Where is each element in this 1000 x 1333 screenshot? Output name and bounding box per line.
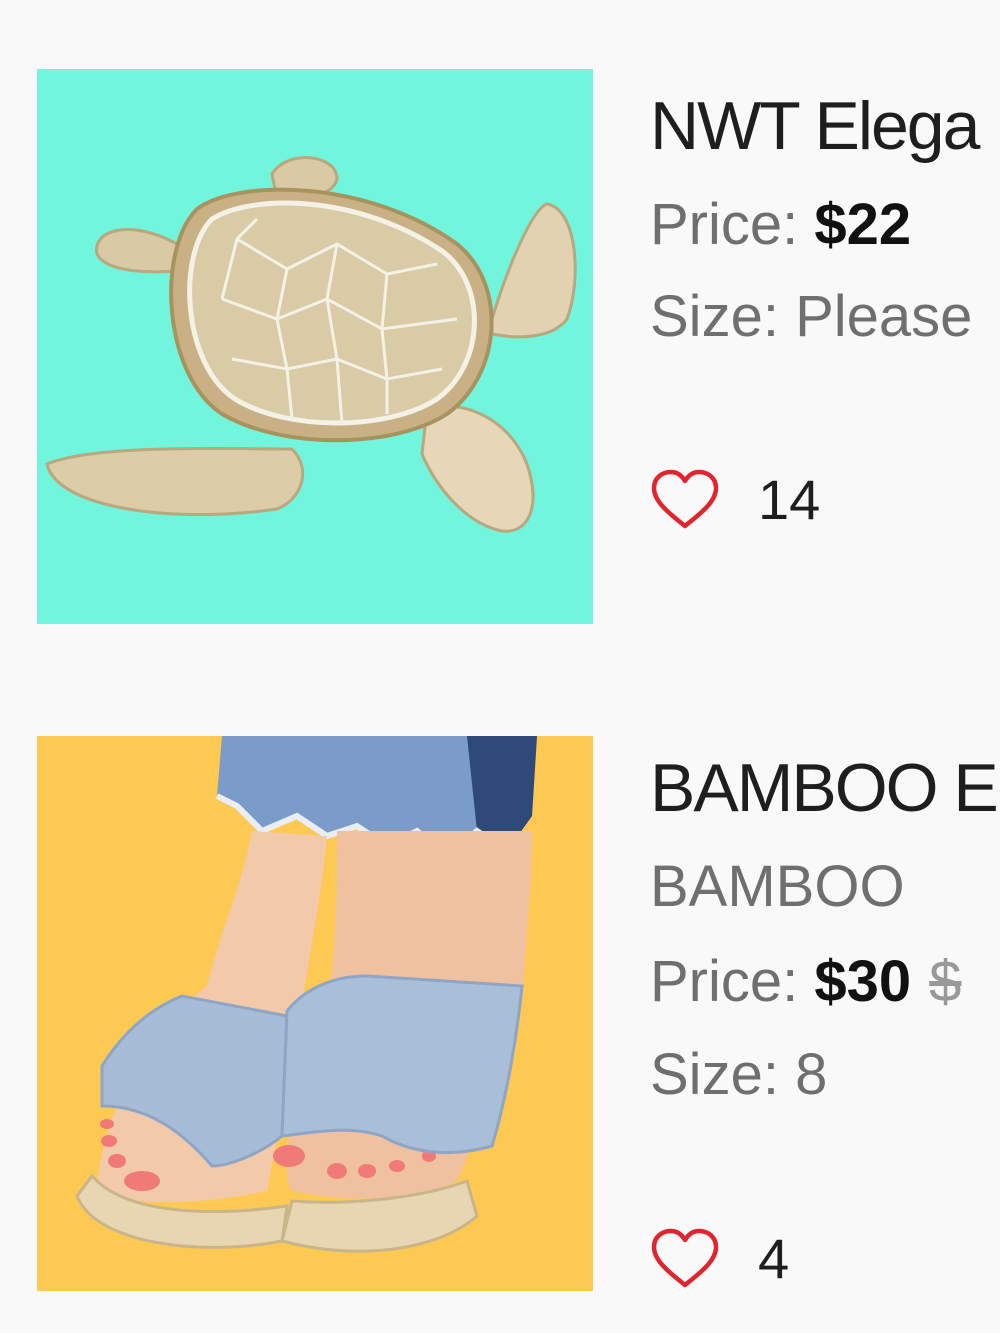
listing-info: NWT Elega Price: $22 Size: Please 14 xyxy=(650,0,1000,666)
like-control[interactable]: 4 xyxy=(650,1224,789,1294)
price-label: Price: xyxy=(650,949,799,1014)
heart-icon[interactable] xyxy=(650,469,720,531)
listing-title[interactable]: BAMBOO E xyxy=(650,754,999,822)
size-line: Size: 8 xyxy=(650,1046,827,1104)
size-value: 8 xyxy=(795,1042,828,1107)
listing-card[interactable]: BAMBOO E BAMBOO Price: $30 $ Size: 8 4 xyxy=(0,666,1000,1333)
price-label: Price: xyxy=(650,192,799,257)
listing-thumbnail[interactable] xyxy=(37,736,593,1291)
listing-card[interactable]: NWT Elega Price: $22 Size: Please 14 xyxy=(0,0,1000,666)
listing-title[interactable]: NWT Elega xyxy=(650,92,980,160)
listing-thumbnail[interactable] xyxy=(37,69,593,624)
listing-info: BAMBOO E BAMBOO Price: $30 $ Size: 8 4 xyxy=(650,666,1000,1333)
like-count: 14 xyxy=(758,468,821,531)
size-value: Please xyxy=(795,284,973,349)
original-price: $ xyxy=(929,949,962,1014)
price-line: Price: $30 $ xyxy=(650,953,961,1011)
sandals-image xyxy=(37,736,593,1291)
price-value: $30 xyxy=(814,949,912,1014)
size-line: Size: Please xyxy=(650,288,972,346)
heart-icon[interactable] xyxy=(650,1228,720,1290)
like-count: 4 xyxy=(758,1227,790,1290)
like-control[interactable]: 14 xyxy=(650,465,820,535)
price-line: Price: $22 xyxy=(650,196,911,254)
listing-brand[interactable]: BAMBOO xyxy=(650,858,905,916)
price-value: $22 xyxy=(814,192,912,257)
sea-turtle-image xyxy=(37,69,593,624)
size-label: Size: xyxy=(650,284,779,349)
size-label: Size: xyxy=(650,1042,779,1107)
